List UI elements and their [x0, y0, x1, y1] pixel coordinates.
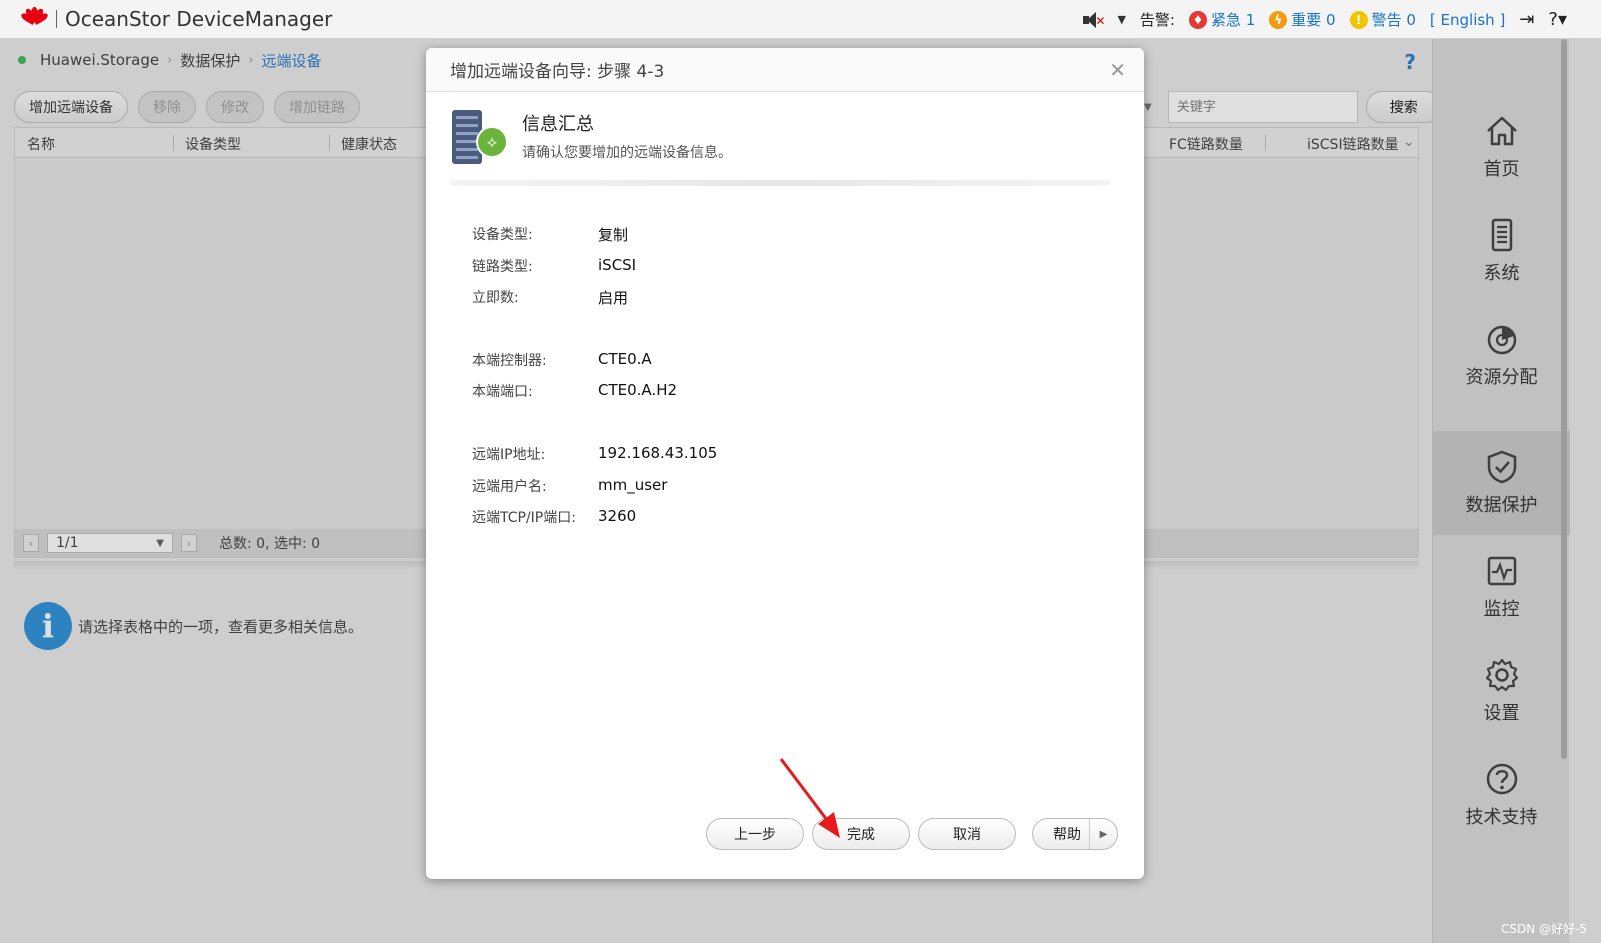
dialog-title: 增加远端设备向导: 步骤 4-3	[450, 62, 665, 82]
huawei-logo-icon	[19, 5, 50, 33]
field-row: 本端端口: CTE0.A.H2	[472, 381, 872, 401]
top-bar: OceanStor DeviceManager ✕ ▼ 告警: ♦ 紧急 1 ϟ…	[0, 0, 1601, 39]
summary-subtitle: 请确认您要增加的远端设备信息。	[522, 145, 732, 161]
field-row: 远端用户名: mm_user	[472, 476, 872, 496]
field-row: 立即数: 启用	[472, 287, 872, 308]
field-value: 192.168.43.105	[598, 444, 718, 462]
bolt-icon: ϟ	[1269, 10, 1288, 29]
field-row: 设备类型: 复制	[472, 224, 872, 245]
field-label: 远端IP地址:	[472, 447, 546, 463]
alarm-major-label: 重要 0	[1291, 11, 1336, 29]
field-value: 启用	[598, 289, 629, 307]
field-label: 链路类型:	[472, 259, 533, 275]
app-title: OceanStor DeviceManager	[65, 7, 333, 31]
flame-icon: ♦	[1188, 10, 1207, 29]
top-right-controls: ✕ ▼ 告警: ♦ 紧急 1 ϟ 重要 0 ! 警告 0 [ English ]…	[1081, 0, 1567, 39]
field-row: 本端控制器: CTE0.A	[472, 350, 872, 370]
field-row: 链路类型: iSCSI	[472, 256, 872, 276]
language-switch[interactable]: [ English ]	[1430, 11, 1505, 29]
field-label: 本端端口:	[472, 384, 533, 400]
logout-icon[interactable]: ⇥	[1519, 9, 1534, 30]
summary-title: 信息汇总	[522, 114, 594, 135]
field-value: iSCSI	[598, 256, 637, 274]
field-value: mm_user	[598, 476, 668, 494]
alarm-label: 告警:	[1139, 11, 1175, 29]
field-value: CTE0.A.H2	[598, 381, 678, 399]
help-button-label: 帮助	[1053, 827, 1081, 843]
field-label: 远端用户名:	[472, 479, 547, 495]
field-value: CTE0.A	[598, 350, 652, 368]
field-value: 3260	[598, 507, 637, 525]
exclamation-icon: !	[1349, 10, 1368, 29]
help-menu-icon[interactable]: ?▾	[1548, 9, 1567, 30]
field-row: 远端TCP/IP端口: 3260	[472, 507, 872, 527]
add-remote-device-dialog: 增加远端设备向导: 步骤 4-3 ✕ ⟡ 信息汇总 请确认您要增加的远端设备信息…	[426, 48, 1144, 879]
alarm-warning-label: 警告 0	[1371, 11, 1416, 29]
alarm-warning[interactable]: ! 警告 0	[1349, 9, 1416, 30]
logo-divider	[56, 10, 57, 28]
alarm-critical-label: 紧急 1	[1210, 11, 1256, 29]
play-arrow-icon[interactable]: ▶	[1089, 819, 1117, 849]
field-row: 远端IP地址: 192.168.43.105	[472, 444, 872, 464]
brand-logo: OceanStor DeviceManager	[19, 5, 333, 33]
remote-device-icon: ⟡	[450, 108, 508, 166]
mute-speaker-icon[interactable]: ✕	[1081, 10, 1105, 30]
alarm-dropdown-icon[interactable]: ▼	[1117, 13, 1125, 26]
summary-divider	[450, 180, 1110, 186]
alarm-critical[interactable]: ♦ 紧急 1	[1188, 9, 1256, 30]
field-label: 设备类型:	[472, 227, 533, 243]
cancel-button[interactable]: 取消	[918, 818, 1016, 850]
field-label: 本端控制器:	[472, 353, 547, 369]
close-icon[interactable]: ✕	[1109, 58, 1126, 82]
field-value: 复制	[598, 226, 629, 244]
annotation-arrow-icon	[779, 758, 840, 838]
help-button[interactable]: 帮助 ▶	[1032, 818, 1118, 850]
watermark: CSDN @好好-5	[1501, 922, 1587, 936]
alarm-major[interactable]: ϟ 重要 0	[1269, 9, 1336, 30]
summary-header: ⟡ 信息汇总 请确认您要增加的远端设备信息。	[450, 108, 732, 166]
field-label: 立即数:	[472, 290, 519, 306]
dialog-header: 增加远端设备向导: 步骤 4-3 ✕	[426, 48, 1144, 92]
field-label: 远端TCP/IP端口:	[472, 510, 576, 526]
